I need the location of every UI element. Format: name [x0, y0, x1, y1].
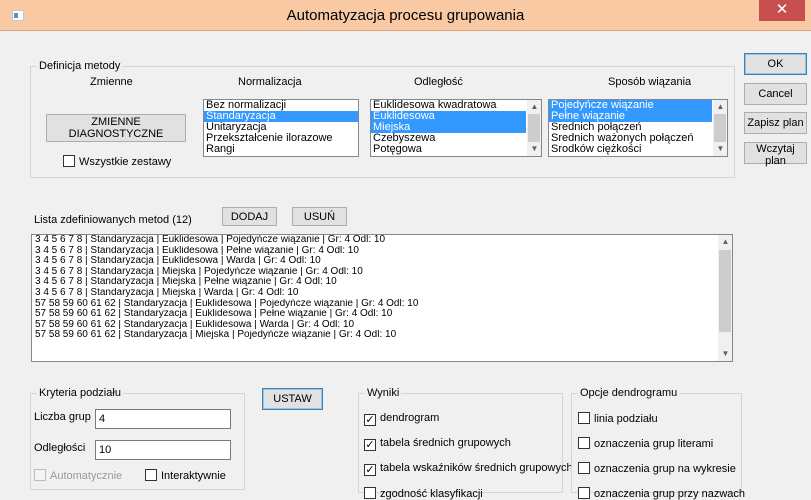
criteria-legend: Kryteria podziału: [39, 387, 121, 399]
diagnostic-variables-button[interactable]: ZMIENNE DIAGNOSTYCZNE: [46, 114, 186, 142]
dendrogram-option-label-1: oznaczenia grup literami: [594, 438, 714, 450]
list-item[interactable]: Środków ciężkości: [549, 144, 712, 155]
variables-header: Zmienne: [90, 76, 133, 88]
results-checkbox-3[interactable]: zgodność klasyfikacji: [364, 487, 483, 500]
dendrogram-options-legend: Opcje dendrogramu: [580, 387, 678, 399]
method-list-item[interactable]: 3 4 5 6 7 8 | Standaryzacja | Miejska | …: [32, 288, 717, 299]
window-title: Automatyzacja procesu grupowania: [286, 7, 525, 24]
ok-button[interactable]: OK: [744, 53, 807, 75]
results-label-0: dendrogram: [380, 412, 440, 424]
vertical-scrollbar[interactable]: ▲ ▼: [712, 100, 727, 156]
scroll-thumb[interactable]: [714, 114, 726, 142]
interactive-label: Interaktywnie: [161, 470, 226, 482]
check-icon: [578, 437, 590, 449]
save-plan-button[interactable]: Zapisz plan: [744, 112, 807, 134]
scroll-thumb[interactable]: [719, 250, 731, 332]
methods-listbox[interactable]: 3 4 5 6 7 8 | Standaryzacja | Euklidesow…: [31, 234, 733, 362]
check-icon: ✓: [364, 439, 376, 451]
close-icon[interactable]: ✕: [759, 0, 805, 21]
distance-listbox[interactable]: Euklidesowa kwadratowa Euklidesowa Miejska…: [370, 99, 542, 157]
normalization-listbox[interactable]: Bez normalizacji Standaryzacja Unitaryzacj…: [203, 99, 359, 157]
automatic-check-icon: [34, 469, 46, 481]
methods-list-label: Lista zdefiniowanych metod (12): [34, 214, 192, 226]
check-icon: [578, 487, 590, 499]
method-list-item[interactable]: 3 4 5 6 7 8 | Standaryzacja | Miejska | …: [32, 277, 717, 288]
interactive-check-icon: [145, 469, 157, 481]
list-item[interactable]: Przekształcenie ilorazowe: [204, 133, 358, 144]
scroll-down-icon[interactable]: ▼: [713, 142, 727, 156]
check-icon: [364, 487, 376, 499]
list-item[interactable]: Rangi: [204, 144, 358, 155]
load-plan-button[interactable]: Wczytaj plan: [744, 142, 807, 167]
list-item[interactable]: Miejska: [371, 122, 526, 133]
results-label-1: tabela średnich grupowych: [380, 437, 511, 449]
vertical-scrollbar[interactable]: ▲ ▼: [717, 235, 732, 361]
list-item[interactable]: Pojedyńcze wiązanie: [549, 100, 712, 111]
interactive-checkbox[interactable]: Interaktywnie: [145, 469, 226, 482]
groups-count-input[interactable]: [95, 409, 231, 429]
dendrogram-option-checkbox-0[interactable]: linia podziału: [578, 412, 658, 425]
groups-count-label: Liczba grup: [34, 411, 91, 423]
scroll-down-icon[interactable]: ▼: [718, 347, 732, 361]
all-sets-label: Wszystkie zestawy: [79, 156, 172, 168]
method-list-item[interactable]: 57 58 59 60 61 62 | Standaryzacja | Eukl…: [32, 309, 717, 320]
list-item[interactable]: Bez normalizacji: [204, 100, 358, 111]
normalization-header: Normalizacja: [238, 76, 302, 88]
scroll-up-icon[interactable]: ▲: [527, 100, 541, 114]
list-item[interactable]: Średnich ważonych połączeń: [549, 133, 712, 144]
dendrogram-option-checkbox-2[interactable]: oznaczenia grup na wykresie: [578, 462, 736, 475]
results-label-3: zgodność klasyfikacji: [380, 488, 483, 500]
dendrogram-option-checkbox-1[interactable]: oznaczenia grup literami: [578, 437, 713, 450]
method-list-item[interactable]: 3 4 5 6 7 8 | Standaryzacja | Euklidesow…: [32, 235, 717, 246]
results-checkbox-0[interactable]: ✓ dendrogram: [364, 412, 439, 426]
method-list-item[interactable]: 57 58 59 60 61 62 | Standaryzacja | Eukl…: [32, 320, 717, 331]
scroll-up-icon[interactable]: ▲: [713, 100, 727, 114]
list-item[interactable]: Euklidesowa: [371, 111, 526, 122]
list-item[interactable]: Średnich połączeń: [549, 122, 712, 133]
vertical-scrollbar[interactable]: ▲ ▼: [526, 100, 541, 156]
method-list-item[interactable]: 3 4 5 6 7 8 | Standaryzacja | Miejska | …: [32, 267, 717, 278]
results-label-2: tabela wskaźników średnich grupowych: [380, 462, 573, 474]
method-list-item[interactable]: 57 58 59 60 61 62 | Standaryzacja | Miej…: [32, 330, 717, 341]
distance-header: Odległość: [414, 76, 463, 88]
list-item[interactable]: Standaryzacja: [204, 111, 358, 122]
all-sets-check-icon: [63, 155, 75, 167]
method-definition-legend: Definicja metody: [39, 60, 121, 72]
dendrogram-option-label-3: oznaczenia grup przy nazwach: [594, 488, 746, 500]
check-icon: ✓: [364, 464, 376, 476]
cancel-button[interactable]: Cancel: [744, 83, 807, 105]
list-item[interactable]: Unitaryzacja: [204, 122, 358, 133]
dialog-body: Definicja metody Zmienne Normalizacja Od…: [0, 31, 811, 500]
scroll-down-icon[interactable]: ▼: [527, 142, 541, 156]
automatic-label: Automatycznie: [50, 470, 123, 482]
list-item[interactable]: Czebyszewa: [371, 133, 526, 144]
scroll-thumb[interactable]: [528, 114, 540, 142]
check-icon: [578, 412, 590, 424]
linkage-header: Sposób wiązania: [608, 76, 692, 88]
automatic-checkbox[interactable]: Automatycznie: [34, 469, 122, 482]
title-bar[interactable]: Automatyzacja procesu grupowania ✕: [0, 0, 811, 31]
method-list-item[interactable]: 57 58 59 60 61 62 | Standaryzacja | Eukl…: [32, 299, 717, 310]
check-icon: [578, 462, 590, 474]
check-icon: ✓: [364, 414, 376, 426]
results-legend: Wyniki: [367, 387, 400, 399]
method-list-item[interactable]: 3 4 5 6 7 8 | Standaryzacja | Euklidesow…: [32, 256, 717, 267]
list-item[interactable]: Potęgowa: [371, 144, 526, 155]
set-button[interactable]: USTAW: [262, 388, 323, 410]
distances-input[interactable]: [95, 440, 231, 460]
scroll-up-icon[interactable]: ▲: [718, 235, 732, 249]
distances-label: Odległości: [34, 442, 86, 454]
remove-method-button[interactable]: USUŃ: [292, 207, 347, 226]
dendrogram-option-checkbox-3[interactable]: oznaczenia grup przy nazwach: [578, 487, 745, 500]
results-checkbox-1[interactable]: ✓ tabela średnich grupowych: [364, 437, 511, 451]
list-item[interactable]: Pełne wiązanie: [549, 111, 712, 122]
add-method-button[interactable]: DODAJ: [222, 207, 277, 226]
method-list-item[interactable]: 3 4 5 6 7 8 | Standaryzacja | Euklidesow…: [32, 246, 717, 257]
all-sets-checkbox[interactable]: Wszystkie zestawy: [63, 155, 171, 168]
list-item[interactable]: Euklidesowa kwadratowa: [371, 100, 526, 111]
results-checkbox-2[interactable]: ✓ tabela wskaźników średnich grupowych: [364, 462, 573, 476]
dendrogram-option-label-0: linia podziału: [594, 413, 658, 425]
dendrogram-option-label-2: oznaczenia grup na wykresie: [594, 463, 736, 475]
linkage-listbox[interactable]: Pojedyńcze wiązanie Pełne wiązanie Średnic…: [548, 99, 728, 157]
